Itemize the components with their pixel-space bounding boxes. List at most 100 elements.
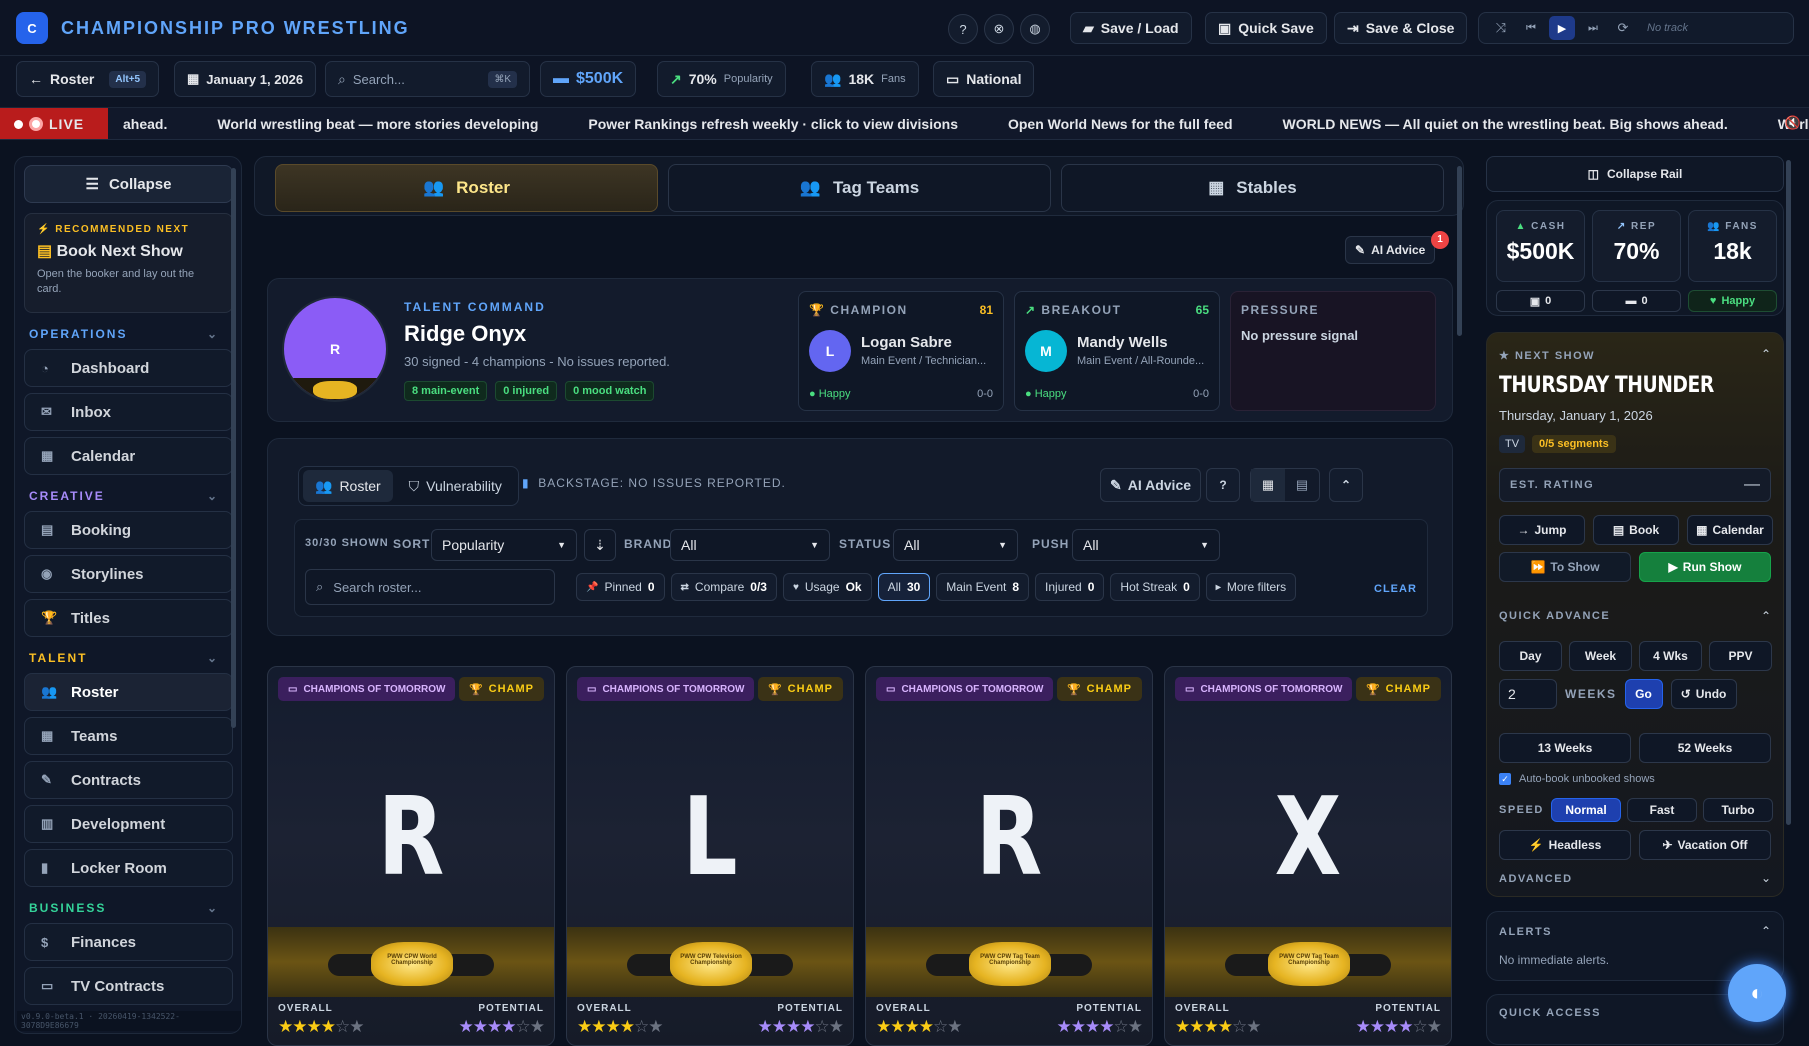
advance-13-weeks[interactable]: 13 Weeks	[1499, 733, 1631, 763]
sidebar-item-dashboard[interactable]: ◔ Dashboard	[24, 349, 233, 387]
sidebar-item-calendar[interactable]: ▦ Calendar	[24, 437, 233, 475]
fans-display[interactable]: 👥 18K Fans	[811, 61, 919, 97]
speed-normal[interactable]: Normal	[1551, 798, 1621, 822]
rail-stat-fans[interactable]: 👥 FANS 18k	[1688, 210, 1777, 282]
run-show-button[interactable]: ▶ Run Show	[1639, 552, 1771, 582]
filter-chip-all[interactable]: All 30	[877, 573, 931, 601]
cash-display[interactable]: ▬ $500K	[540, 61, 637, 97]
back-button[interactable]: ← Roster Alt+5	[16, 61, 160, 97]
date-display[interactable]: ▦ January 1, 2026	[174, 61, 317, 97]
advance-4-wks-button[interactable]: 4 Wks	[1639, 641, 1702, 671]
advance-ppv-button[interactable]: PPV	[1709, 641, 1772, 671]
app-logo[interactable]: C	[16, 12, 48, 44]
tab-stables[interactable]: ▦ Stables	[1061, 164, 1444, 212]
main-scrollbar[interactable]	[1457, 166, 1462, 336]
segment-roster[interactable]: 👥 Roster	[303, 470, 393, 502]
save-close-button[interactable]: ⇥ Save & Close	[1334, 12, 1468, 44]
sidebar-scrollbar[interactable]	[231, 168, 236, 728]
popularity-display[interactable]: ↗ 70% Popularity	[657, 61, 786, 97]
collapse-filters-button[interactable]: ⌃	[1329, 468, 1363, 502]
advance-52-weeks[interactable]: 52 Weeks	[1639, 733, 1771, 763]
filter-ai-advice-button[interactable]: ✎ AI Advice	[1100, 468, 1202, 502]
ticker-item[interactable]: Power Rankings refresh weekly · click to…	[588, 116, 958, 132]
floating-assistant-button[interactable]: ◐	[1728, 964, 1786, 1022]
headless-button[interactable]: ⚡ Headless	[1499, 830, 1631, 860]
recommended-card[interactable]: ⚡ RECOMMENDED NEXT ▤ Book Next Show Open…	[24, 213, 233, 313]
news-ticker[interactable]: LIVE ahead. World wrestling beat — more s…	[0, 108, 1809, 140]
brand-select[interactable]: All ▼	[670, 529, 830, 561]
ticker-item[interactable]: World wrestling beat — more stories deve…	[217, 116, 538, 132]
rail-mood[interactable]: ♥ Happy	[1688, 290, 1777, 312]
filter-chip-injured[interactable]: Injured 0	[1035, 573, 1105, 601]
sidebar-collapse-button[interactable]: ☰ Collapse	[24, 165, 233, 203]
grid-view-icon[interactable]: ▦	[1251, 469, 1285, 501]
sidebar-section-header[interactable]: CREATIVE ⌄	[29, 489, 219, 503]
to-show-button[interactable]: ⏩ To Show	[1499, 552, 1631, 582]
ticker-item[interactable]: WORLD NEWS — All quiet on the wrestling …	[1283, 116, 1728, 132]
sidebar-item-development[interactable]: ▥ Development	[24, 805, 233, 843]
chevron-up-icon[interactable]: ⌃	[1761, 924, 1771, 938]
filter-chip-pinned[interactable]: 📌 Pinned 0	[576, 573, 665, 601]
quick-save-button[interactable]: ▣ Quick Save	[1205, 12, 1327, 44]
advance-week-button[interactable]: Week	[1569, 641, 1632, 671]
sidebar-item-inbox[interactable]: ✉ Inbox	[24, 393, 233, 431]
breakout-card[interactable]: ↗ BREAKOUT 65 M Mandy Wells Main Event /…	[1014, 291, 1220, 411]
sidebar-item-roster[interactable]: 👥 Roster	[24, 673, 233, 711]
sort-direction-button[interactable]: ⇣	[584, 529, 616, 561]
status-select[interactable]: All ▼	[893, 529, 1018, 561]
sidebar-item-teams[interactable]: ▦ Teams	[24, 717, 233, 755]
wrestler-card[interactable]: ▭ CHAMPIONS OF TOMORROW 🏆 CHAMP R PWW CPW Wor…	[267, 666, 555, 1046]
wrestler-card[interactable]: ▭ CHAMPIONS OF TOMORROW 🏆 CHAMP L PWW CPW Tel…	[566, 666, 854, 1046]
help-icon[interactable]: ?	[1206, 468, 1240, 502]
rail-collapse-button[interactable]: ◫ Collapse Rail	[1486, 156, 1784, 192]
filter-chip-hot-streak[interactable]: Hot Streak 0	[1110, 573, 1200, 601]
calendar-button[interactable]: ▦ Calendar	[1687, 515, 1773, 545]
sidebar-section-header[interactable]: BUSINESS ⌄	[29, 901, 219, 915]
ai-advice-button[interactable]: ✎ AI Advice	[1345, 236, 1436, 264]
rail-mini-0[interactable]: ▣ 0	[1496, 290, 1585, 312]
advanced-label[interactable]: ADVANCED	[1499, 873, 1573, 885]
segment-vulnerability[interactable]: ⛉ Vulnerability	[397, 470, 514, 502]
sidebar-item-finances[interactable]: $ Finances	[24, 923, 233, 961]
sort-select[interactable]: Popularity ▼	[431, 529, 577, 561]
filter-chip-compare[interactable]: ⇄ Compare 0/3	[670, 573, 777, 601]
jump-button[interactable]: → Jump	[1499, 515, 1585, 545]
shuffle-icon[interactable]: ⤨	[1489, 20, 1513, 36]
push-select[interactable]: All ▼	[1072, 529, 1220, 561]
next-icon[interactable]: ⏭	[1581, 22, 1605, 35]
save-load-button[interactable]: ▰ Save / Load	[1070, 12, 1192, 44]
list-view-icon[interactable]: ▤	[1285, 469, 1319, 501]
chevron-up-icon[interactable]: ⌃	[1761, 347, 1771, 361]
sidebar-item-tv-contracts[interactable]: ▭ TV Contracts	[24, 967, 233, 1005]
speed-turbo[interactable]: Turbo	[1703, 798, 1773, 822]
prev-icon[interactable]: ⏮	[1519, 22, 1543, 35]
tab-tag-teams[interactable]: 👥 Tag Teams	[668, 164, 1051, 212]
sidebar-item-contracts[interactable]: ✎ Contracts	[24, 761, 233, 799]
filter-chip-main-event[interactable]: Main Event 8	[936, 573, 1030, 601]
roster-search-input[interactable]: ⌕ Search roster...	[305, 569, 555, 605]
mute-icon[interactable]: 🔇	[1785, 115, 1801, 131]
rail-stat-cash[interactable]: ▲ CASH $500K	[1496, 210, 1585, 282]
sidebar-item-booking[interactable]: ▤ Booking	[24, 511, 233, 549]
filter-chip-more-filters[interactable]: ▸ More filters	[1205, 573, 1297, 601]
sidebar-item-titles[interactable]: 🏆 Titles	[24, 599, 233, 637]
autobook-checkbox[interactable]: ✓ Auto-book unbooked shows	[1499, 773, 1655, 785]
ticker-item[interactable]: ahead.	[123, 116, 167, 132]
clear-filters-link[interactable]: CLEAR	[1374, 583, 1417, 595]
discord-icon[interactable]: ⊗	[984, 14, 1014, 44]
tab-roster[interactable]: 👥 Roster	[275, 164, 658, 212]
speed-fast[interactable]: Fast	[1627, 798, 1697, 822]
champion-card[interactable]: 🏆 CHAMPION 81 L Logan Sabre Main Event /…	[798, 291, 1004, 411]
globe-icon[interactable]: ◍	[1020, 14, 1050, 44]
global-search[interactable]: ⌕ Search... ⌘K	[325, 61, 530, 97]
reach-display[interactable]: ▭ National	[933, 61, 1035, 97]
promoter-avatar[interactable]: R	[282, 296, 388, 402]
sidebar-section-header[interactable]: TALENT ⌄	[29, 651, 219, 665]
filter-chip-usage[interactable]: ♥ Usage Ok	[782, 573, 872, 601]
wrestler-card[interactable]: ▭ CHAMPIONS OF TOMORROW 🏆 CHAMP X PWW CPW Tag…	[1164, 666, 1452, 1046]
sidebar-section-header[interactable]: OPERATIONS ⌄	[29, 327, 219, 341]
wrestler-card[interactable]: ▭ CHAMPIONS OF TOMORROW 🏆 CHAMP R PWW CPW Tag…	[865, 666, 1153, 1046]
weeks-input[interactable]: 2	[1499, 679, 1557, 709]
play-icon[interactable]: ▶	[1549, 16, 1575, 40]
book-button[interactable]: ▤ Book	[1593, 515, 1679, 545]
